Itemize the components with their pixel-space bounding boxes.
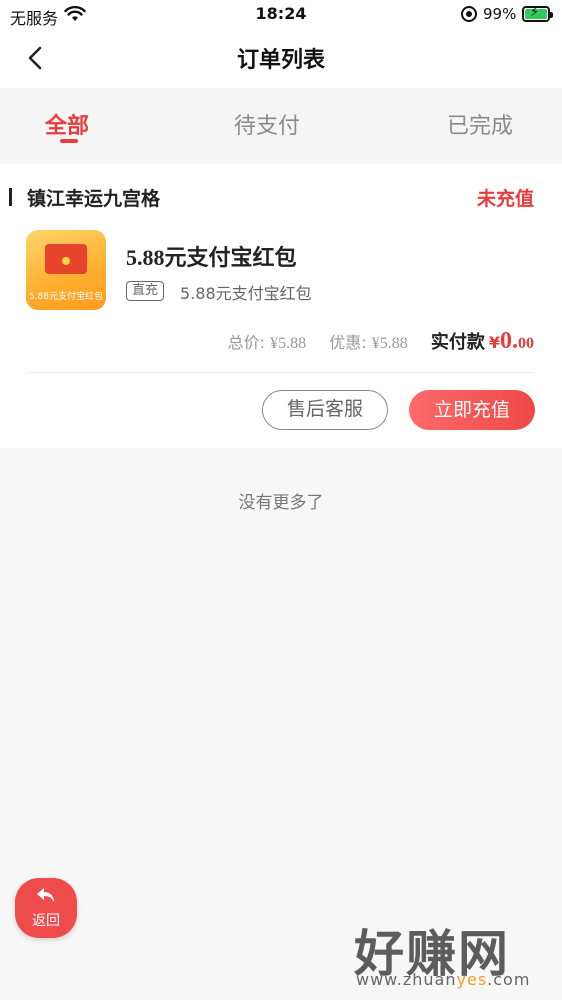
battery-icon: [522, 5, 553, 22]
total-price-value: ¥5.88: [270, 335, 307, 352]
paid-amount-label: 实付款: [430, 332, 485, 353]
paid-currency: ¥: [488, 333, 500, 352]
rotation-lock-icon: [461, 6, 477, 22]
product-image[interactable]: 5.88元支付宝红包: [26, 230, 106, 310]
order-status: 未充值: [476, 188, 534, 210]
return-arrow-icon: [37, 888, 54, 902]
tab-pending-payment[interactable]: 待支付: [234, 108, 300, 140]
order-card: 镇江幸运九宫格 未充值 5.88元支付宝红包 5.88元支付宝红包 直充 5.8…: [0, 164, 562, 448]
watermark-url: www.zhuanyes.com: [356, 970, 531, 989]
tab-active-indicator: [60, 139, 78, 143]
battery-percent: 99%: [483, 5, 517, 23]
total-price-label: 总价:: [227, 333, 266, 352]
card-divider: [28, 372, 534, 373]
page-title: 订单列表: [236, 48, 325, 73]
status-time: 18:24: [255, 4, 307, 23]
tab-all[interactable]: 全部: [45, 108, 89, 140]
product-title[interactable]: 5.88元支付宝红包: [126, 240, 297, 272]
paid-amount-integer: 0.: [500, 328, 518, 354]
discount-value: ¥5.88: [371, 335, 408, 352]
floating-back-label: 返回: [32, 913, 60, 929]
product-type-tag: 直充: [126, 281, 165, 301]
discount-label: 优惠:: [329, 333, 367, 352]
order-tabs: 全部 待支付 已完成: [0, 88, 562, 162]
tab-completed[interactable]: 已完成: [447, 108, 513, 140]
watermark-logo: 好赚网 www.zhuanyes.com: [350, 914, 550, 998]
product-subtitle: 5.88元支付宝红包: [180, 284, 312, 303]
product-image-label: 5.88元支付宝红包: [28, 292, 104, 302]
floating-back-button[interactable]: 返回: [15, 878, 77, 938]
after-sales-service-button[interactable]: 售后客服: [262, 390, 388, 430]
price-summary: 总价: ¥5.88 优惠: ¥5.88 实付款 ¥0.00: [228, 328, 534, 355]
shop-name: 镇江幸运九宫格: [27, 188, 161, 210]
recharge-now-button[interactable]: 立即充值: [409, 390, 535, 430]
list-end-text: 没有更多了: [238, 493, 324, 513]
status-bar: 无服务 18:24 99%: [0, 0, 562, 30]
red-envelope-icon: [45, 244, 87, 274]
paid-amount-decimal: 00: [518, 335, 534, 352]
nav-bar: 订单列表: [0, 30, 562, 88]
shop-marker: [9, 188, 12, 206]
